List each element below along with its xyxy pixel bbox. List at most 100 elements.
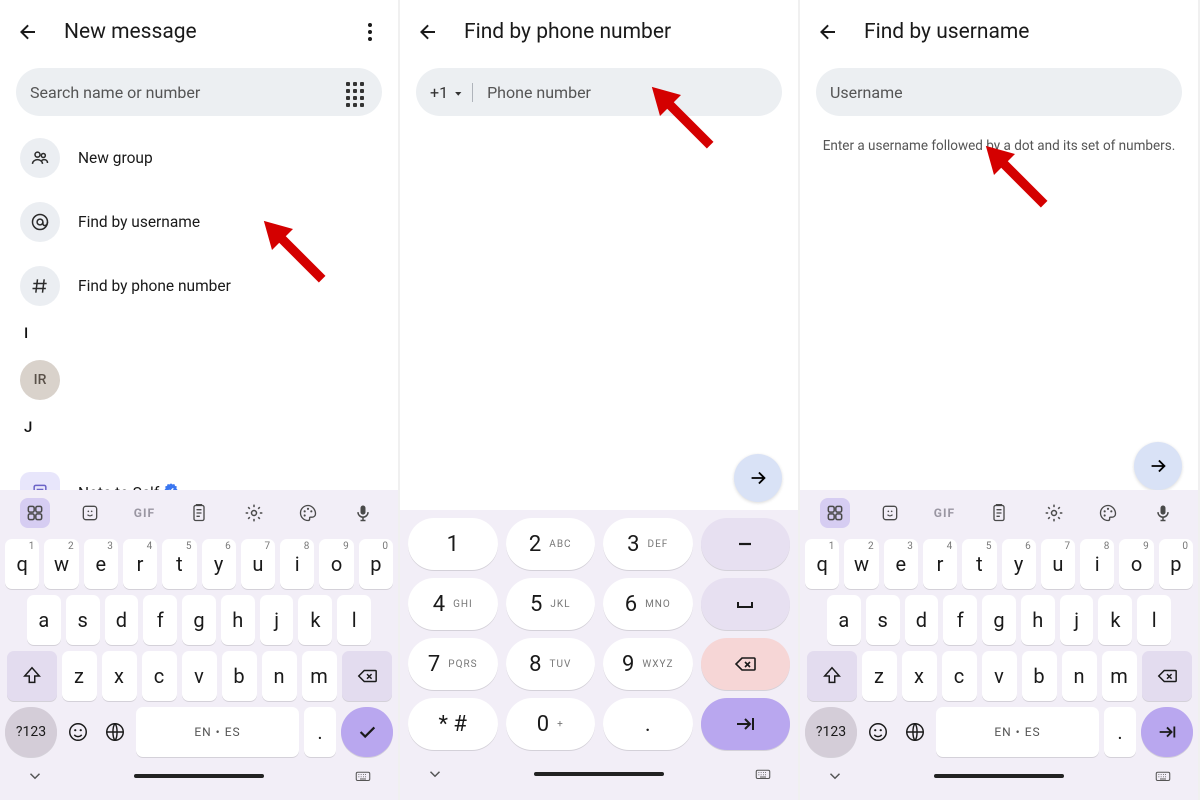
emoji-key[interactable] <box>62 707 94 757</box>
numkey-1[interactable]: 1 <box>408 518 498 570</box>
backspace-key[interactable] <box>342 651 392 701</box>
key-q[interactable]: q1 <box>805 539 839 589</box>
back-icon[interactable] <box>414 18 442 46</box>
key-x[interactable]: x <box>102 651 137 701</box>
key-q[interactable]: q1 <box>5 539 39 589</box>
chevron-down-icon[interactable] <box>26 767 44 785</box>
more-icon[interactable] <box>356 18 384 46</box>
key-v[interactable]: v <box>182 651 217 701</box>
key-j[interactable]: j <box>260 595 294 645</box>
key-w[interactable]: w2 <box>844 539 878 589</box>
key-r[interactable]: r4 <box>923 539 957 589</box>
key-l[interactable]: l <box>337 595 371 645</box>
key-m[interactable]: m <box>302 651 337 701</box>
apps-icon[interactable] <box>820 498 850 528</box>
find-phone-item[interactable]: Find by phone number <box>0 254 398 318</box>
key-d[interactable]: d <box>105 595 139 645</box>
keyboard-mini-icon[interactable] <box>354 767 372 785</box>
key-b[interactable]: b <box>222 651 257 701</box>
space-key[interactable]: EN • ES <box>936 707 1099 757</box>
search-input[interactable] <box>30 83 334 102</box>
key-d[interactable]: d <box>905 595 939 645</box>
country-code-selector[interactable]: +1 <box>430 83 473 102</box>
key-c[interactable]: c <box>942 651 977 701</box>
palette-icon[interactable] <box>1093 498 1123 528</box>
find-username-item[interactable]: Find by username <box>0 190 398 254</box>
enter-key[interactable] <box>701 698 791 750</box>
key-g[interactable]: g <box>182 595 216 645</box>
emoji-key[interactable] <box>862 707 894 757</box>
gif-button[interactable]: GIF <box>929 498 959 528</box>
key-g[interactable]: g <box>982 595 1016 645</box>
username-input[interactable] <box>830 83 1168 102</box>
key-x[interactable]: x <box>902 651 937 701</box>
key-h[interactable]: h <box>1021 595 1055 645</box>
mic-icon[interactable] <box>348 498 378 528</box>
numkey-* #[interactable]: * # <box>408 698 498 750</box>
key-h[interactable]: h <box>221 595 255 645</box>
space-key[interactable]: EN • ES <box>136 707 299 757</box>
chevron-down-icon[interactable] <box>826 767 844 785</box>
key-s[interactable]: s <box>866 595 900 645</box>
key-a[interactable]: a <box>27 595 61 645</box>
mic-icon[interactable] <box>1148 498 1178 528</box>
enter-key[interactable] <box>1141 707 1193 757</box>
next-button[interactable] <box>734 454 782 502</box>
dash-key[interactable] <box>701 518 791 570</box>
symbols-key[interactable]: ?123 <box>805 707 857 757</box>
key-e[interactable]: e3 <box>84 539 118 589</box>
username-field[interactable] <box>816 68 1182 116</box>
period-key[interactable]: . <box>1104 707 1136 757</box>
globe-key[interactable] <box>899 707 931 757</box>
key-e[interactable]: e3 <box>884 539 918 589</box>
numkey-0[interactable]: 0+ <box>506 698 596 750</box>
key-s[interactable]: s <box>66 595 100 645</box>
key-y[interactable]: y6 <box>202 539 236 589</box>
key-v[interactable]: v <box>982 651 1017 701</box>
key-o[interactable]: o9 <box>1119 539 1153 589</box>
keyboard-mini-icon[interactable] <box>1154 767 1172 785</box>
backspace-key[interactable] <box>701 638 791 690</box>
key-p[interactable]: p0 <box>1159 539 1193 589</box>
key-z[interactable]: z <box>862 651 897 701</box>
sticker-icon[interactable] <box>875 498 905 528</box>
new-group-item[interactable]: New group <box>0 126 398 190</box>
key-c[interactable]: c <box>142 651 177 701</box>
gif-button[interactable]: GIF <box>129 498 159 528</box>
enter-key[interactable] <box>341 707 393 757</box>
key-z[interactable]: z <box>62 651 97 701</box>
key-i[interactable]: i8 <box>1080 539 1114 589</box>
sticker-icon[interactable] <box>75 498 105 528</box>
key-w[interactable]: w2 <box>44 539 78 589</box>
backspace-key[interactable] <box>1142 651 1192 701</box>
period-key[interactable]: . <box>304 707 336 757</box>
nav-handle[interactable] <box>134 774 264 778</box>
back-icon[interactable] <box>814 18 842 46</box>
numkey-4[interactable]: 4GHI <box>408 578 498 630</box>
contact-row[interactable]: IR <box>0 348 398 412</box>
nav-handle[interactable] <box>934 774 1064 778</box>
key-u[interactable]: u7 <box>241 539 275 589</box>
numkey-6[interactable]: 6MNO <box>603 578 693 630</box>
chevron-down-icon[interactable] <box>426 765 444 783</box>
shift-key[interactable] <box>7 651 57 701</box>
space-key[interactable] <box>701 578 791 630</box>
symbols-key[interactable]: ?123 <box>5 707 57 757</box>
key-f[interactable]: f <box>143 595 177 645</box>
key-t[interactable]: t5 <box>162 539 196 589</box>
dialpad-icon[interactable] <box>344 80 368 104</box>
numkey-5[interactable]: 5JKL <box>506 578 596 630</box>
clipboard-icon[interactable] <box>984 498 1014 528</box>
next-button[interactable] <box>1134 442 1182 490</box>
numkey-7[interactable]: 7PQRS <box>408 638 498 690</box>
key-k[interactable]: k <box>298 595 332 645</box>
shift-key[interactable] <box>807 651 857 701</box>
key-l[interactable]: l <box>1137 595 1171 645</box>
numkey-9[interactable]: 9WXYZ <box>603 638 693 690</box>
key-o[interactable]: o9 <box>319 539 353 589</box>
key-i[interactable]: i8 <box>280 539 314 589</box>
phone-field[interactable]: +1 <box>416 68 782 116</box>
key-m[interactable]: m <box>1102 651 1137 701</box>
search-field[interactable] <box>16 68 382 116</box>
numkey-.[interactable]: . <box>603 698 693 750</box>
